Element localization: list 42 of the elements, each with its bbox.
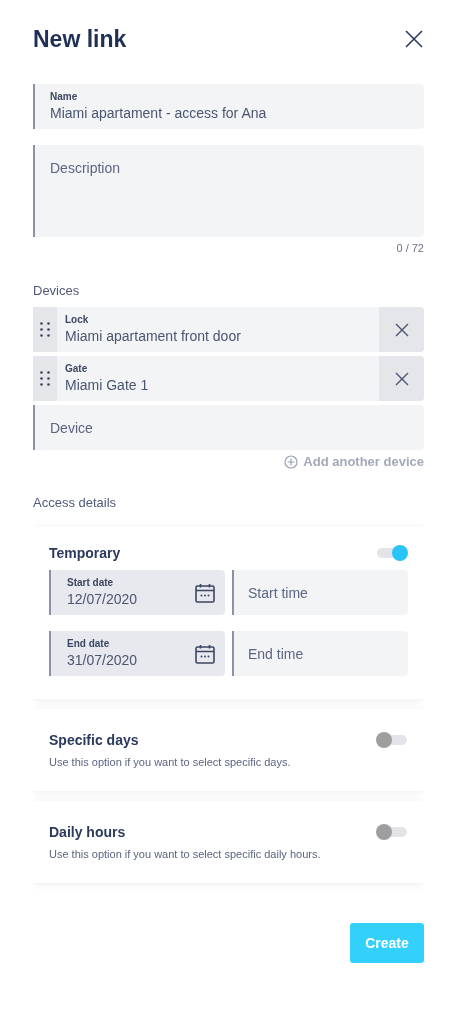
time-field[interactable]: End time <box>232 631 408 676</box>
calendar-icon <box>195 582 215 603</box>
field-value: Miami apartament - access for Ana <box>50 104 268 123</box>
device-type: Lock <box>65 313 90 326</box>
description-field[interactable]: Description <box>33 145 424 237</box>
toggle-switch[interactable] <box>377 827 407 837</box>
plus-icon <box>284 455 299 469</box>
close-icon <box>394 322 409 337</box>
time-field[interactable]: Start time <box>232 570 408 615</box>
character-counter: 0 / 72 <box>395 242 424 255</box>
option-title: Temporary <box>49 544 121 562</box>
option-title: Specific days <box>49 731 139 749</box>
option-description: Use this option if you want to select specific days. <box>49 755 292 769</box>
date-field[interactable]: End date 31/07/2020 <box>49 631 225 676</box>
field-value: 12/07/2020 <box>67 589 138 609</box>
device-type: Gate <box>65 362 89 375</box>
date-field[interactable]: Start date 12/07/2020 <box>49 570 225 615</box>
device-name: Miami Gate 1 <box>65 375 150 395</box>
remove-button[interactable] <box>379 356 424 401</box>
name-field[interactable]: Name Miami apartament - access for Ana <box>33 84 424 129</box>
field-label: Name <box>50 91 79 103</box>
option-title: Daily hours <box>49 823 126 841</box>
option-description: Use this option if you want to select specific daily hours. <box>49 847 322 861</box>
drag-handle[interactable] <box>33 307 57 352</box>
field-label: End date <box>67 637 111 650</box>
section-heading: Devices <box>33 283 81 299</box>
drag-handle[interactable] <box>33 356 57 401</box>
remove-button[interactable] <box>379 307 424 352</box>
toggle-switch[interactable] <box>377 548 407 558</box>
device-name: Miami apartament front door <box>65 326 242 346</box>
field-value: 31/07/2020 <box>67 650 138 670</box>
drag-icon <box>40 371 50 386</box>
section-heading: Access details <box>33 495 118 511</box>
close-icon <box>405 30 423 48</box>
calendar-icon <box>195 643 215 664</box>
device-field[interactable]: Device <box>33 405 424 450</box>
field-label: Start date <box>67 576 115 589</box>
drag-icon <box>40 322 50 337</box>
close-button[interactable] <box>405 30 423 48</box>
close-icon <box>394 371 409 386</box>
toggle-switch[interactable] <box>377 735 407 745</box>
dialog-title: New link <box>33 25 127 53</box>
